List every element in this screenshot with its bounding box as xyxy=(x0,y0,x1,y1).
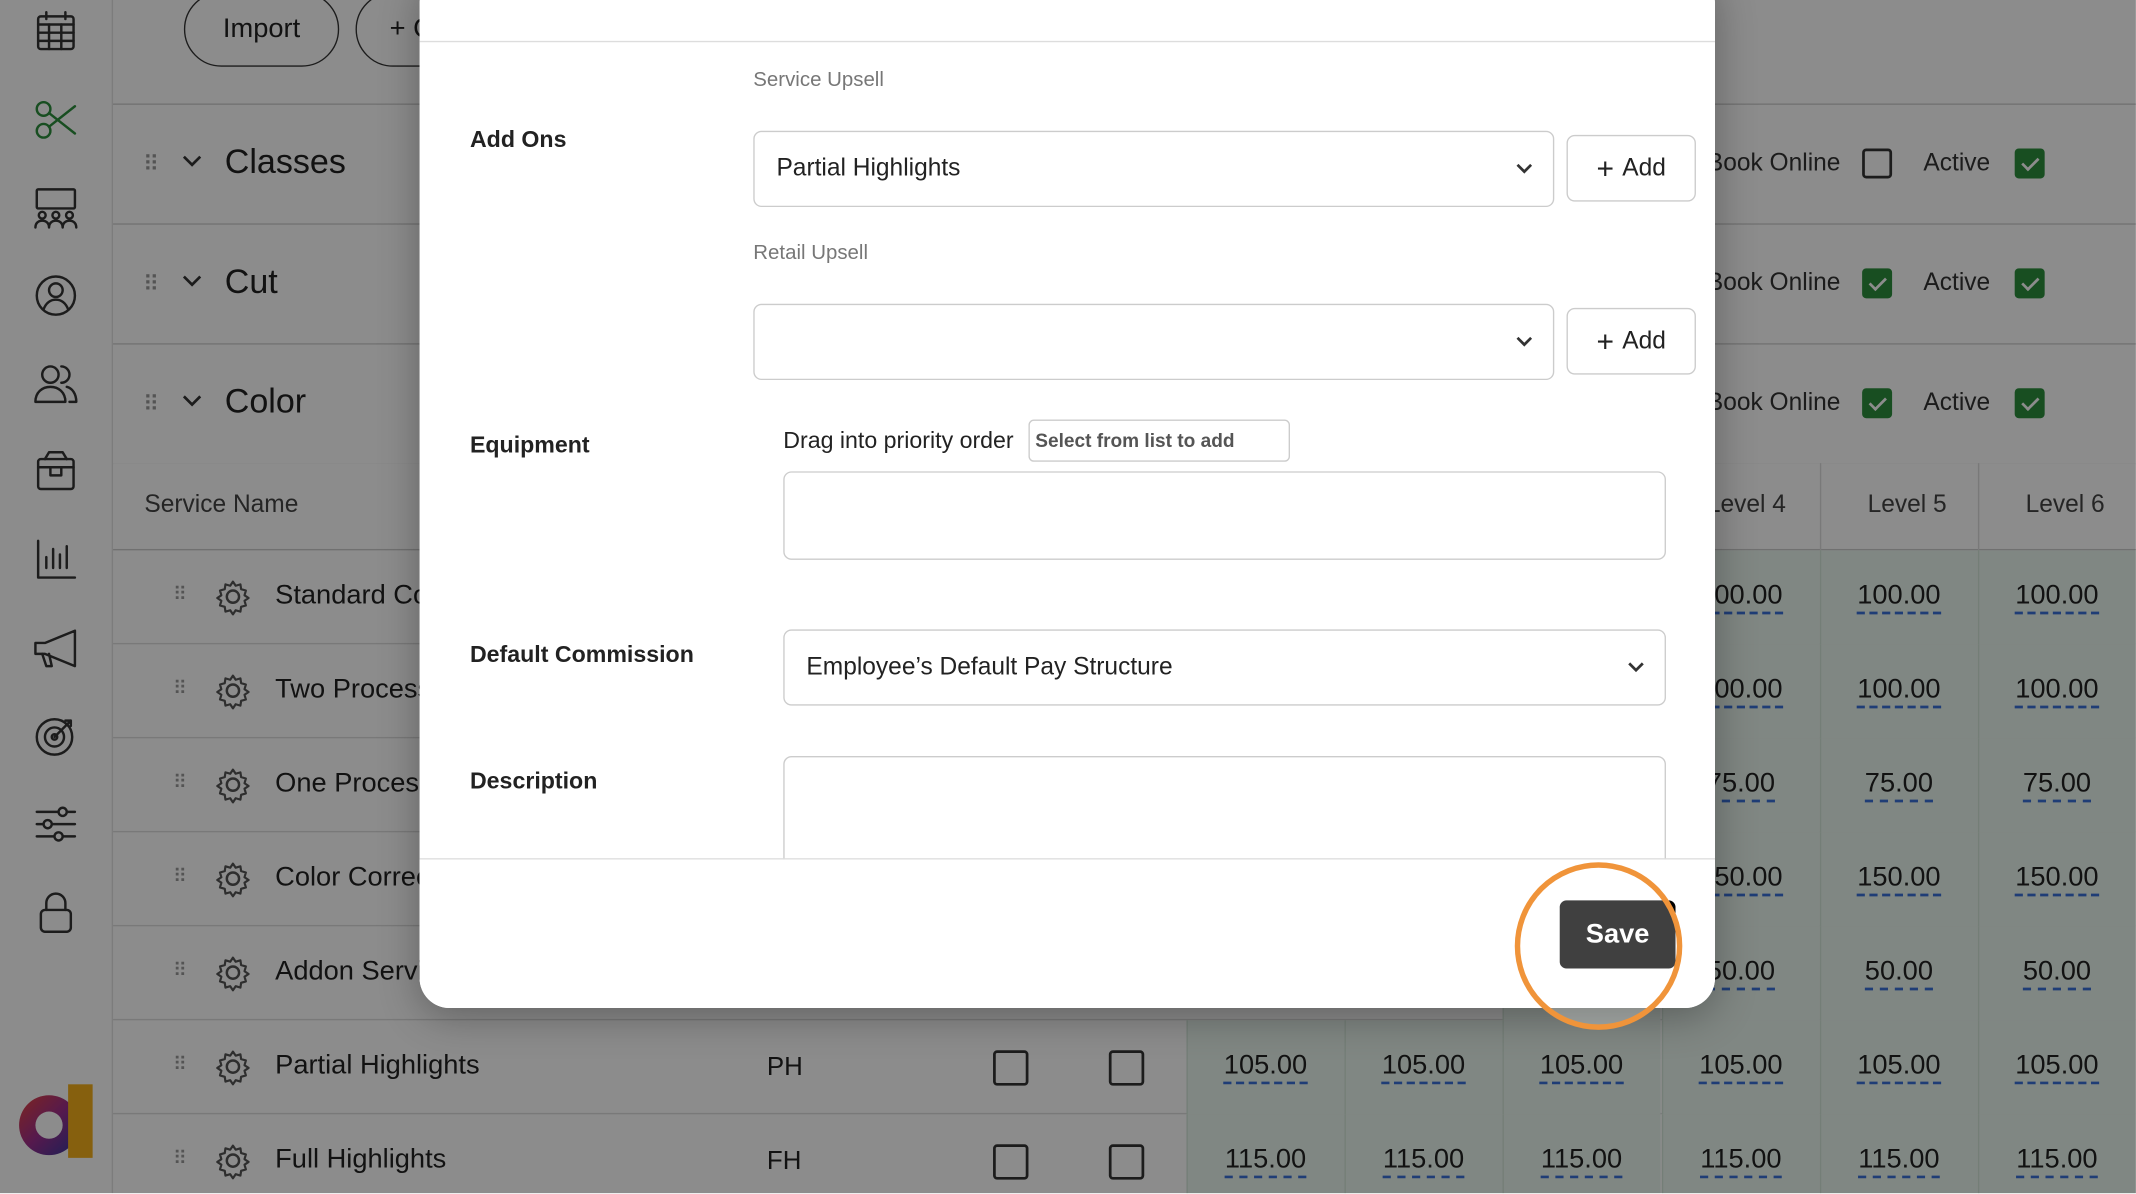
retail-upsell-label: Retail Upsell xyxy=(753,241,868,265)
plus-icon: + xyxy=(1596,150,1615,185)
save-highlight-circle xyxy=(1514,862,1683,1030)
equipment-label: Equipment xyxy=(469,431,590,458)
default-commission-select[interactable]: Employee’s Default Pay Structure xyxy=(783,629,1666,706)
edit-service-modal: Add Ons Service Upsell Partial Highlight… xyxy=(419,0,1716,1009)
retail-upsell-select[interactable] xyxy=(753,303,1555,381)
add-ons-label: Add Ons xyxy=(469,126,567,153)
chevron-down-icon xyxy=(1516,336,1533,347)
service-upsell-value: Partial Highlights xyxy=(776,153,961,182)
equipment-select[interactable]: Select from list to add xyxy=(1028,419,1291,462)
service-upsell-select[interactable]: Partial Highlights xyxy=(753,130,1555,208)
equipment-drag-hint: Drag into priority order xyxy=(783,427,1014,454)
default-commission-label: Default Commission xyxy=(469,641,694,668)
default-commission-value: Employee’s Default Pay Structure xyxy=(806,652,1173,680)
chevron-down-icon xyxy=(1516,163,1533,174)
chevron-down-icon xyxy=(1628,662,1644,673)
plus-icon: + xyxy=(1596,323,1615,358)
add-retail-upsell-button[interactable]: + Add xyxy=(1566,307,1696,375)
description-label: Description xyxy=(469,768,598,795)
service-upsell-label: Service Upsell xyxy=(753,68,884,92)
equipment-priority-list[interactable] xyxy=(783,471,1666,560)
add-service-upsell-button[interactable]: + Add xyxy=(1566,134,1696,202)
